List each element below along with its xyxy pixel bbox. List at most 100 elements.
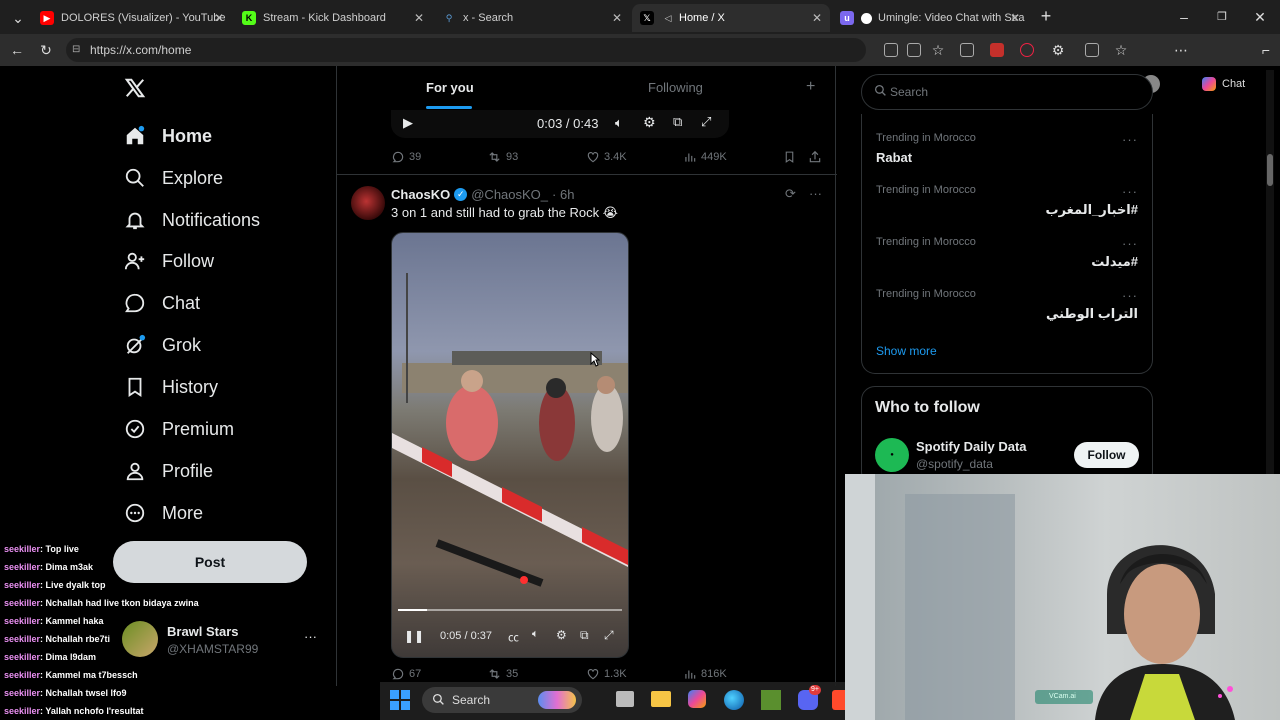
play-icon[interactable]: ▶ bbox=[403, 115, 413, 131]
discord-icon[interactable]: 9+ bbox=[798, 685, 821, 710]
close-icon[interactable]: ✕ bbox=[812, 11, 822, 25]
share-icon[interactable] bbox=[808, 150, 826, 164]
tab-umingle[interactable]: u Umingle: Video Chat with Stra ✕ bbox=[832, 4, 1028, 32]
tab-menu-chevron-icon[interactable]: ⌄ bbox=[10, 10, 26, 26]
close-icon[interactable]: ✕ bbox=[612, 11, 622, 25]
fullscreen-icon[interactable]: ⤢ bbox=[604, 628, 614, 643]
extension-red-icon[interactable] bbox=[990, 43, 1004, 57]
close-icon[interactable]: ✕ bbox=[414, 11, 424, 25]
x-logo-icon[interactable] bbox=[124, 77, 146, 104]
sidebar-item-grok[interactable]: Grok bbox=[122, 327, 201, 363]
grok-explain-icon[interactable]: ⟳ bbox=[785, 186, 796, 202]
sidebar-item-explore[interactable]: Explore bbox=[122, 160, 223, 196]
tab-home-x[interactable]: 𝕏 ◁ Home / X ✕ bbox=[632, 4, 830, 32]
edge-icon[interactable] bbox=[724, 690, 744, 710]
tab-x-search[interactable]: ⚲ x - Search ✕ bbox=[434, 4, 630, 32]
more-dots-icon[interactable]: ··· bbox=[1122, 184, 1138, 199]
bookmark-icon[interactable] bbox=[783, 150, 800, 164]
avatar[interactable]: ● bbox=[875, 438, 909, 472]
like-button[interactable]: 1.3K bbox=[586, 667, 627, 681]
menu-dots-icon[interactable]: ⋯ bbox=[1173, 42, 1189, 58]
more-dots-icon[interactable]: ··· bbox=[1122, 132, 1138, 147]
more-dots-icon[interactable]: ··· bbox=[1122, 288, 1138, 303]
sidebar-item-profile[interactable]: Profile bbox=[122, 453, 213, 489]
file-explorer-icon[interactable] bbox=[651, 691, 671, 707]
search-input[interactable]: Search bbox=[861, 74, 1153, 110]
more-dots-icon[interactable]: ··· bbox=[809, 186, 822, 201]
sidebar-item-home[interactable]: Home bbox=[122, 118, 212, 154]
settings-icon[interactable]: ⚙ bbox=[643, 114, 656, 131]
more-dots-icon[interactable]: ··· bbox=[1122, 236, 1138, 251]
sidebar-item-history[interactable]: History bbox=[122, 369, 218, 405]
extension-icon[interactable] bbox=[884, 43, 898, 57]
account-switcher[interactable]: Brawl Stars @XHAMSTAR99 ··· bbox=[122, 621, 322, 661]
windows-start-icon[interactable] bbox=[390, 690, 410, 710]
add-feed-icon[interactable]: + bbox=[806, 78, 815, 96]
views-button[interactable]: 816K bbox=[683, 667, 727, 681]
tweet-video[interactable]: ❚❚ 0:05 / 0:37 ㏄ 🔈︎ ⚙ ⧉ ⤢ bbox=[391, 232, 629, 658]
back-icon[interactable]: ← bbox=[9, 42, 25, 58]
suggested-account-handle[interactable]: @spotify_data bbox=[916, 457, 993, 471]
repost-button[interactable]: 93 bbox=[487, 150, 518, 164]
volume-icon[interactable]: 🔈︎ bbox=[615, 115, 623, 131]
suggested-account-name[interactable]: Spotify Daily Data bbox=[916, 439, 1027, 454]
repost-button[interactable]: 35 bbox=[487, 667, 518, 681]
more-dots-icon[interactable]: ··· bbox=[304, 629, 317, 644]
sidebar-item-premium[interactable]: Premium bbox=[122, 411, 234, 447]
trend-item[interactable]: Trending in Morocco #اخبار_المغرب ··· bbox=[862, 176, 1152, 220]
tab-for-you[interactable]: For you bbox=[426, 80, 474, 95]
split-screen-icon[interactable] bbox=[1085, 43, 1099, 57]
favorite-star-icon[interactable]: ☆ bbox=[930, 42, 946, 58]
volume-icon[interactable]: 🔈︎ bbox=[532, 628, 539, 641]
reply-button[interactable]: 67 bbox=[391, 667, 421, 681]
sidebar-toggle-icon[interactable]: ⌐ bbox=[1258, 42, 1274, 58]
tab-following[interactable]: Following bbox=[648, 80, 703, 95]
puzzle-icon[interactable]: ⚙ bbox=[1050, 42, 1066, 58]
site-info-icon[interactable]: ⊟ bbox=[72, 38, 80, 62]
taskbar-search[interactable]: Search bbox=[422, 687, 582, 713]
refresh-icon[interactable]: ↻ bbox=[38, 42, 54, 58]
scrollbar-thumb[interactable] bbox=[1267, 154, 1273, 186]
pip-icon[interactable]: ⧉ bbox=[580, 628, 589, 643]
apps-icon[interactable] bbox=[960, 43, 974, 57]
extension-circle-icon[interactable] bbox=[1020, 43, 1034, 57]
trend-item[interactable]: Trending in Morocco التراب الوطني ··· bbox=[862, 280, 1152, 324]
reader-icon[interactable] bbox=[907, 43, 921, 57]
follow-button[interactable]: Follow bbox=[1074, 442, 1139, 468]
task-view-icon[interactable] bbox=[616, 691, 634, 707]
post-button[interactable]: Post bbox=[113, 541, 307, 583]
settings-icon[interactable]: ⚙ bbox=[556, 628, 567, 642]
new-tab-icon[interactable]: + bbox=[1038, 7, 1054, 25]
fullscreen-icon[interactable]: ⤢ bbox=[701, 114, 711, 130]
sidebar-item-follow[interactable]: Follow bbox=[122, 243, 214, 279]
captions-icon[interactable]: ㏄ bbox=[508, 629, 519, 645]
minimize-icon[interactable]: – bbox=[1176, 9, 1192, 25]
pause-icon[interactable]: ❚❚ bbox=[404, 629, 424, 643]
trend-item[interactable]: Trending in Morocco #ميدلت ··· bbox=[862, 228, 1152, 272]
tab-youtube[interactable]: ▶ DOLORES (Visualizer) - YouTube ✕ bbox=[32, 4, 232, 32]
show-more-link[interactable]: Show more bbox=[876, 344, 937, 358]
tweet-time[interactable]: · 6h bbox=[552, 187, 574, 202]
copilot-chat-button[interactable]: Chat bbox=[1202, 75, 1245, 93]
reply-button[interactable]: 39 bbox=[391, 150, 421, 164]
maximize-icon[interactable]: ❐ bbox=[1214, 9, 1230, 25]
sidebar-item-chat[interactable]: Chat bbox=[122, 285, 200, 321]
sidebar-item-more[interactable]: More bbox=[122, 495, 203, 531]
video-progress-track[interactable] bbox=[398, 609, 622, 611]
close-icon[interactable]: ✕ bbox=[1010, 11, 1020, 25]
pip-icon[interactable]: ⧉ bbox=[673, 114, 682, 130]
tweet-author-name[interactable]: ChaosKO bbox=[391, 187, 450, 202]
tweet-author-handle[interactable]: @ChaosKO_ bbox=[471, 187, 548, 202]
brave-icon[interactable] bbox=[832, 690, 845, 710]
speaker-icon[interactable]: ◁ bbox=[661, 11, 675, 25]
tab-kick[interactable]: K Stream - Kick Dashboard ✕ bbox=[234, 4, 432, 32]
like-button[interactable]: 3.4K bbox=[586, 150, 627, 164]
sidebar-item-notifications[interactable]: Notifications bbox=[122, 202, 260, 238]
views-button[interactable]: 449K bbox=[683, 150, 727, 164]
avatar[interactable] bbox=[351, 186, 385, 220]
minecraft-icon[interactable] bbox=[761, 690, 781, 710]
close-icon[interactable]: ✕ bbox=[214, 11, 224, 25]
trend-item[interactable]: Trending in Morocco Rabat ··· bbox=[862, 124, 1152, 168]
collections-icon[interactable]: ☆ bbox=[1113, 42, 1129, 58]
window-close-icon[interactable]: ✕ bbox=[1252, 9, 1268, 25]
